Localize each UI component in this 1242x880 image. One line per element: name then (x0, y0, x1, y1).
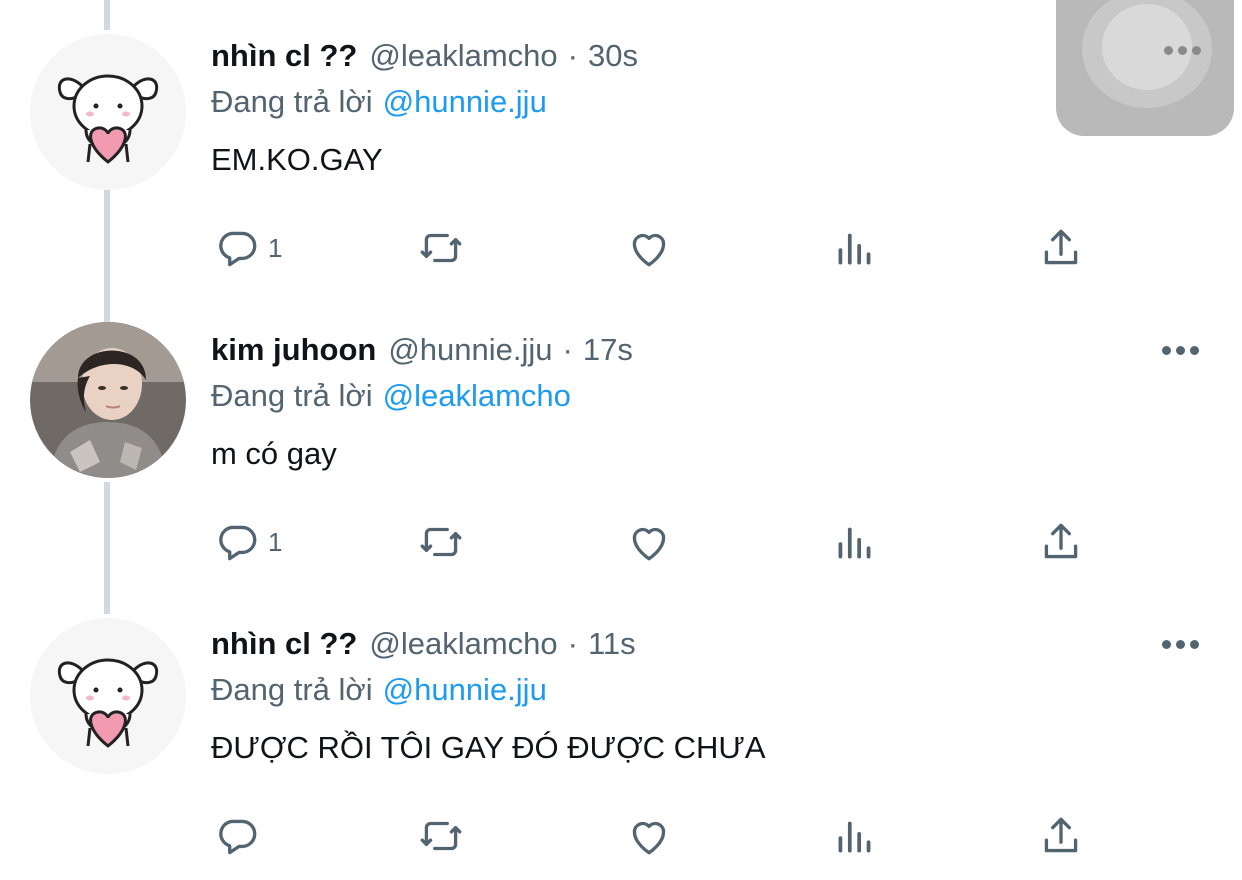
timestamp[interactable]: 11s (588, 622, 636, 666)
reply-count: 1 (268, 526, 283, 557)
username[interactable]: @leaklamcho (369, 622, 557, 666)
like-button[interactable] (624, 218, 674, 278)
separator: · (567, 38, 578, 73)
assistive-touch-overlay[interactable] (1056, 0, 1234, 136)
tweet-header: kim juhoon @hunnie.jju · 17s (211, 328, 633, 372)
share-icon (1044, 523, 1078, 559)
like-button[interactable] (624, 512, 674, 572)
tweet-actions: 1 (0, 512, 1242, 572)
share-button[interactable] (1036, 512, 1086, 572)
timestamp[interactable]: 30s (588, 34, 638, 78)
avatar[interactable] (30, 322, 186, 478)
photo-avatar-icon (30, 322, 186, 478)
retweet-icon (420, 527, 462, 557)
like-button[interactable] (624, 806, 674, 866)
like-icon (632, 233, 666, 267)
more-icon (1163, 45, 1173, 55)
tweet-text: ĐƯỢC RỒI TÔI GAY ĐÓ ĐƯỢC CHƯA (211, 730, 766, 765)
tweet-header: nhìn cl ?? @leaklamcho · 11s (211, 622, 636, 666)
more-icon (1189, 639, 1199, 649)
retweet-icon (420, 821, 462, 851)
tweet-text: m có gay (211, 436, 337, 471)
views-button[interactable] (830, 806, 880, 866)
retweet-icon (420, 233, 462, 263)
tweet-text: EM.KO.GAY (211, 142, 383, 177)
share-icon (1044, 817, 1078, 853)
reply-count: 1 (268, 232, 283, 263)
tweet-actions: 1 (0, 218, 1242, 278)
reply-icon (219, 819, 257, 855)
views-icon (838, 821, 871, 853)
retweet-button[interactable] (416, 218, 466, 278)
tweet-header: nhìn cl ?? @leaklamcho · 30s (211, 34, 638, 78)
views-button[interactable] (830, 218, 880, 278)
more-icon (1189, 345, 1199, 355)
share-button[interactable] (1036, 218, 1086, 278)
more-button[interactable] (1154, 36, 1210, 64)
puppy-heart-avatar-icon (30, 34, 186, 190)
views-icon (838, 527, 871, 559)
more-button[interactable] (1152, 336, 1208, 364)
avatar[interactable] (30, 34, 186, 190)
mention-link[interactable]: @hunnie.jju (383, 672, 547, 707)
username[interactable]: @hunnie.jju (388, 328, 552, 372)
display-name[interactable]: nhìn cl ?? (211, 34, 357, 78)
thread-line (104, 0, 110, 30)
replying-to-label: Đang trả lời (211, 378, 373, 413)
mention-link[interactable]: @leaklamcho (383, 378, 571, 413)
reply-icon (219, 525, 257, 561)
like-icon (632, 821, 666, 855)
share-button[interactable] (1036, 806, 1086, 866)
views-icon (838, 233, 871, 265)
mention-link[interactable]: @hunnie.jju (383, 84, 547, 119)
avatar[interactable] (30, 618, 186, 774)
replying-to: Đang trả lời @hunnie.jju (211, 80, 547, 124)
more-icon (1177, 45, 1187, 55)
display-name[interactable]: nhìn cl ?? (211, 622, 357, 666)
puppy-heart-avatar-icon (30, 618, 186, 774)
views-button[interactable] (830, 512, 880, 572)
timestamp[interactable]: 17s (583, 328, 633, 372)
replying-to: Đang trả lời @hunnie.jju (211, 668, 547, 712)
more-icon (1191, 45, 1201, 55)
display-name[interactable]: kim juhoon (211, 328, 376, 372)
separator: · (562, 332, 573, 367)
tweet-actions (0, 806, 1242, 866)
replying-to-label: Đang trả lời (211, 84, 373, 119)
more-icon (1175, 345, 1185, 355)
reply-icon (219, 231, 257, 267)
more-icon (1161, 345, 1171, 355)
username[interactable]: @leaklamcho (369, 34, 557, 78)
retweet-button[interactable] (416, 806, 466, 866)
replying-to: Đang trả lời @leaklamcho (211, 374, 571, 418)
replying-to-label: Đang trả lời (211, 672, 373, 707)
more-icon (1175, 639, 1185, 649)
more-button[interactable] (1152, 630, 1208, 658)
share-icon (1044, 229, 1078, 265)
separator: · (567, 626, 578, 661)
more-icon (1161, 639, 1171, 649)
reply-button[interactable]: 1 (212, 512, 282, 572)
reply-button[interactable]: 1 (212, 218, 282, 278)
retweet-button[interactable] (416, 512, 466, 572)
reply-button[interactable] (212, 806, 268, 866)
like-icon (632, 527, 666, 561)
